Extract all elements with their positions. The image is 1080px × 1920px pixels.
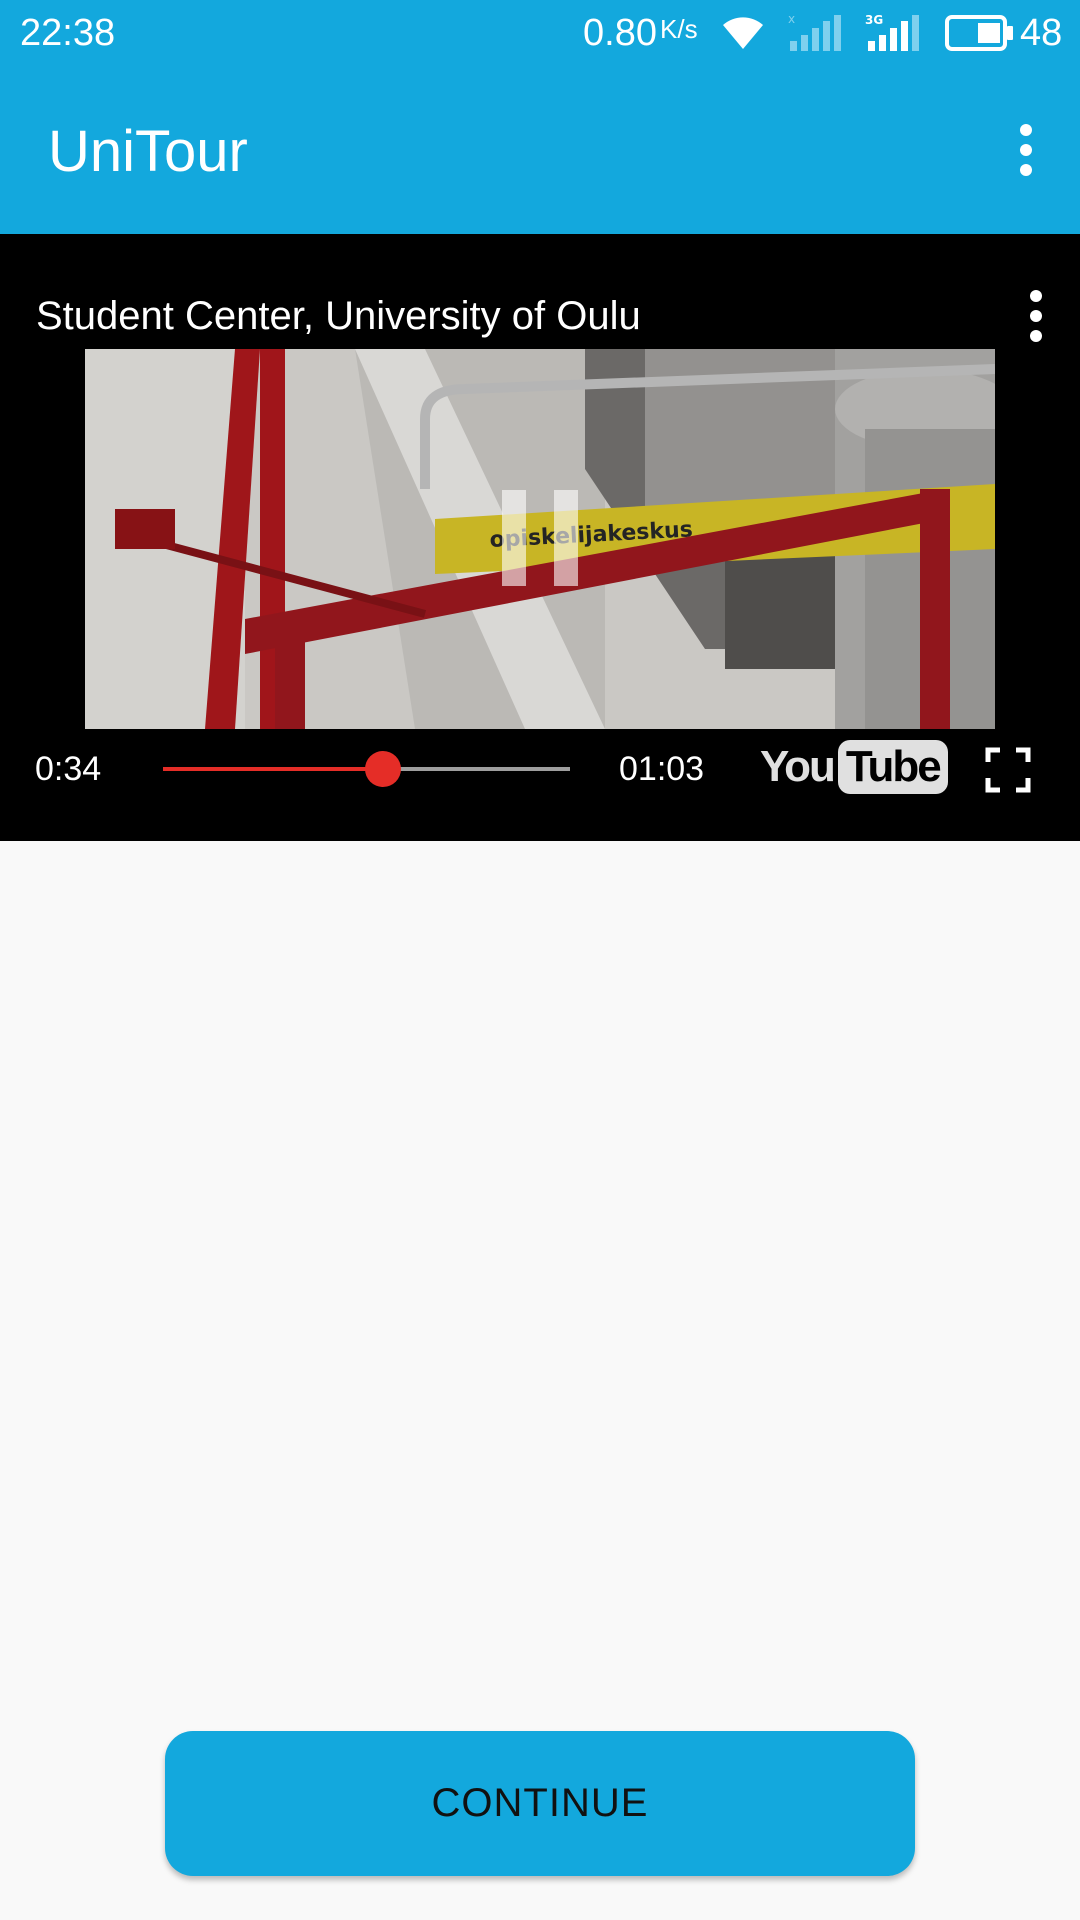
current-time: 0:34 xyxy=(35,750,102,788)
app-title: UniTour xyxy=(48,119,248,184)
player-more-vert-icon[interactable] xyxy=(1016,286,1056,346)
youtube-logo-tube: Tube xyxy=(837,740,948,794)
more-vert-icon[interactable] xyxy=(1002,114,1050,186)
fullscreen-icon[interactable] xyxy=(985,747,1031,793)
seek-bar[interactable] xyxy=(163,751,570,787)
seek-thumb[interactable] xyxy=(364,751,401,787)
status-time: 22:38 xyxy=(20,12,116,54)
svg-text:x: x xyxy=(788,13,795,26)
wifi-icon xyxy=(718,13,768,58)
battery-icon xyxy=(945,15,1015,56)
youtube-logo[interactable]: You Tube xyxy=(760,737,948,797)
network-speed: 0.80 xyxy=(583,12,657,54)
continue-button[interactable]: CONTINUE xyxy=(165,1731,915,1876)
signal-sim1-icon: x xyxy=(786,12,844,58)
battery-level: 48 xyxy=(1020,12,1063,54)
total-time: 01:03 xyxy=(619,750,705,788)
svg-text:3G: 3G xyxy=(865,13,883,27)
video-title: Student Center, University of Oulu xyxy=(36,294,641,338)
seek-progress xyxy=(163,767,383,771)
status-bar: 22:38 0.80 K/s x 3G 48 xyxy=(0,0,1080,66)
youtube-logo-you: You xyxy=(760,742,836,791)
pause-button[interactable] xyxy=(502,490,578,586)
network-speed-unit: K/s xyxy=(660,14,698,44)
video-frame[interactable]: opiskelijakeskus xyxy=(85,349,995,729)
youtube-player[interactable]: Student Center, University of Oulu 0:34 … xyxy=(0,234,1080,841)
app-bar: UniTour xyxy=(0,66,1080,234)
signal-3g-icon: 3G xyxy=(864,13,922,58)
